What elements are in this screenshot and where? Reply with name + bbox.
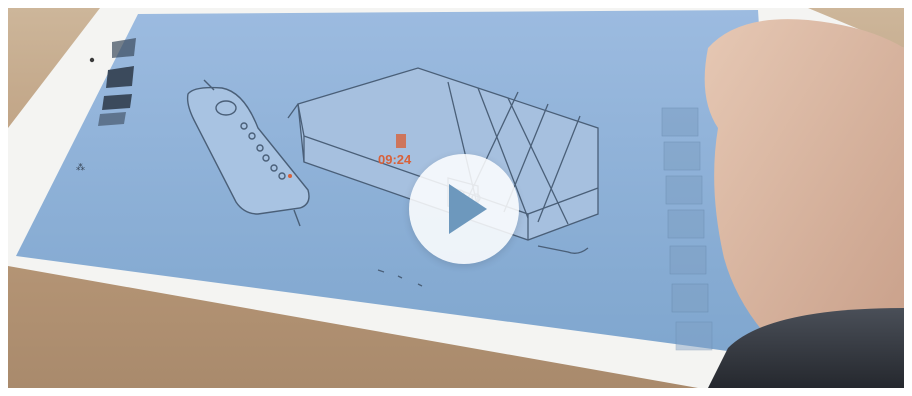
thumbnail-photo: ⁂ 09:24 bbox=[8, 8, 904, 388]
video-thumbnail[interactable]: ⁂ 09:24 bbox=[0, 0, 912, 396]
svg-text:⁂: ⁂ bbox=[76, 162, 85, 172]
play-icon bbox=[449, 184, 487, 234]
play-button[interactable] bbox=[409, 154, 519, 264]
tablet-camera bbox=[89, 57, 95, 63]
timer-readout: 09:24 bbox=[378, 152, 412, 167]
